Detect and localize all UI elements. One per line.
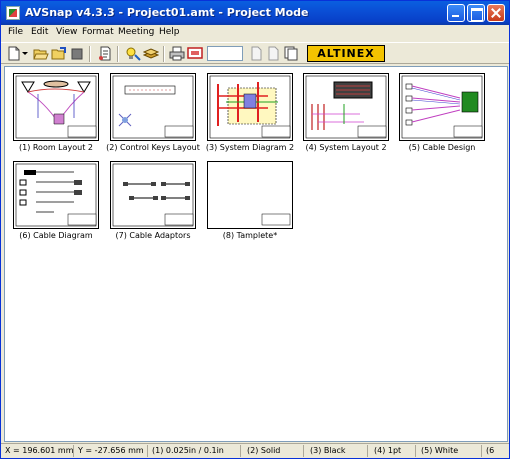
- cable-adaptors-thumbnail[interactable]: [110, 161, 196, 229]
- status-extra[interactable]: (6: [486, 446, 494, 455]
- stop-icon[interactable]: [69, 46, 85, 61]
- page-label: (5) Cable Design: [408, 143, 476, 152]
- status-color[interactable]: (3) Black: [310, 446, 346, 455]
- open-folder-icon[interactable]: [33, 46, 49, 61]
- app-window: AVSnap v4.3.3 - Project01.amt - Project …: [0, 0, 510, 459]
- toolbar-separator: [89, 46, 91, 62]
- maximize-button[interactable]: [467, 4, 485, 22]
- cable-diagram-thumbnail[interactable]: [13, 161, 99, 229]
- status-divider: [367, 445, 368, 457]
- status-divider: [240, 445, 241, 457]
- blank-template-thumbnail: [261, 213, 291, 226]
- status-grid[interactable]: (1) 0.025in / 0.1in: [152, 446, 224, 455]
- blank-template-thumbnail[interactable]: [207, 161, 293, 229]
- new-page-icon[interactable]: [6, 46, 22, 61]
- page-label: (7) Cable Adaptors: [115, 231, 191, 240]
- status-divider: [415, 445, 416, 457]
- cable-design-thumbnail[interactable]: [399, 73, 485, 141]
- system-layout-thumbnail[interactable]: [303, 73, 389, 141]
- document-icon[interactable]: [265, 46, 281, 61]
- dropdown-arrow-icon[interactable]: [21, 46, 29, 61]
- system-layout-thumbnail: [305, 75, 387, 139]
- page-label: (8) Tamplete*: [222, 231, 278, 240]
- layers-icon[interactable]: [143, 46, 159, 61]
- cable-design-thumbnail: [401, 75, 483, 139]
- control-keys-thumbnail: [112, 75, 194, 139]
- status-bar: X = 196.601 mm Y = -27.656 mm (1) 0.025i…: [1, 443, 509, 458]
- toolbar-separator: [163, 46, 165, 62]
- toolbar-separator: [117, 46, 119, 62]
- status-fill[interactable]: (5) White: [421, 446, 458, 455]
- status-divider: [73, 445, 74, 457]
- menu-format[interactable]: Format: [82, 27, 114, 37]
- cable-diagram-thumbnail: [15, 163, 97, 227]
- altinex-logo: ALTINEX: [307, 45, 385, 62]
- status-divider: [303, 445, 304, 457]
- page-view-icon[interactable]: [97, 46, 113, 61]
- app-icon[interactable]: [6, 6, 20, 20]
- menu-bar: File Edit View Format Meeting Help: [1, 25, 509, 42]
- menu-help[interactable]: Help: [159, 27, 180, 37]
- page-label: (1) Room Layout 2: [18, 143, 94, 152]
- page-label: (3) System Diagram 2: [205, 143, 295, 152]
- page-label: (4) System Layout 2: [305, 143, 387, 152]
- status-divider: [147, 445, 148, 457]
- menu-meeting[interactable]: Meeting: [118, 27, 154, 37]
- window-title: AVSnap v4.3.3 - Project01.amt - Project …: [25, 6, 309, 19]
- light-bulb-icon[interactable]: [125, 46, 141, 61]
- status-divider: [481, 445, 482, 457]
- page-thumbnail-area[interactable]: (1) Room Layout 2 (2) Control Keys Layou…: [4, 66, 508, 442]
- status-line-width[interactable]: (4) 1pt: [374, 446, 401, 455]
- title-bar[interactable]: AVSnap v4.3.3 - Project01.amt - Project …: [1, 1, 509, 25]
- menu-view[interactable]: View: [56, 27, 77, 37]
- zoom-input[interactable]: [207, 46, 243, 61]
- print-icon[interactable]: [169, 46, 185, 61]
- minimize-button[interactable]: [447, 4, 465, 22]
- system-diagram-thumbnail: [209, 75, 291, 139]
- close-button[interactable]: [487, 4, 505, 22]
- document-icon[interactable]: [248, 46, 264, 61]
- close-icon: [488, 5, 504, 21]
- control-keys-thumbnail[interactable]: [110, 73, 196, 141]
- status-x-coordinate: X = 196.601 mm: [5, 446, 74, 455]
- room-layout-thumbnail[interactable]: [13, 73, 99, 141]
- page-label: (2) Control Keys Layout: [106, 143, 200, 152]
- cable-adaptors-thumbnail: [112, 163, 194, 227]
- system-diagram-thumbnail[interactable]: [207, 73, 293, 141]
- presentation-icon[interactable]: [187, 46, 203, 61]
- menu-edit[interactable]: Edit: [31, 27, 48, 37]
- menu-file[interactable]: File: [8, 27, 23, 37]
- save-folder-icon[interactable]: [51, 46, 67, 61]
- status-line-style[interactable]: (2) Solid: [247, 446, 280, 455]
- status-y-coordinate: Y = -27.656 mm: [78, 446, 144, 455]
- toolbar: ALTINEX: [1, 42, 509, 64]
- room-layout-thumbnail: [15, 75, 97, 139]
- minimize-icon: [448, 5, 464, 21]
- copy-pages-icon[interactable]: [283, 46, 299, 61]
- maximize-icon: [468, 5, 484, 21]
- page-label: (6) Cable Diagram: [19, 231, 93, 240]
